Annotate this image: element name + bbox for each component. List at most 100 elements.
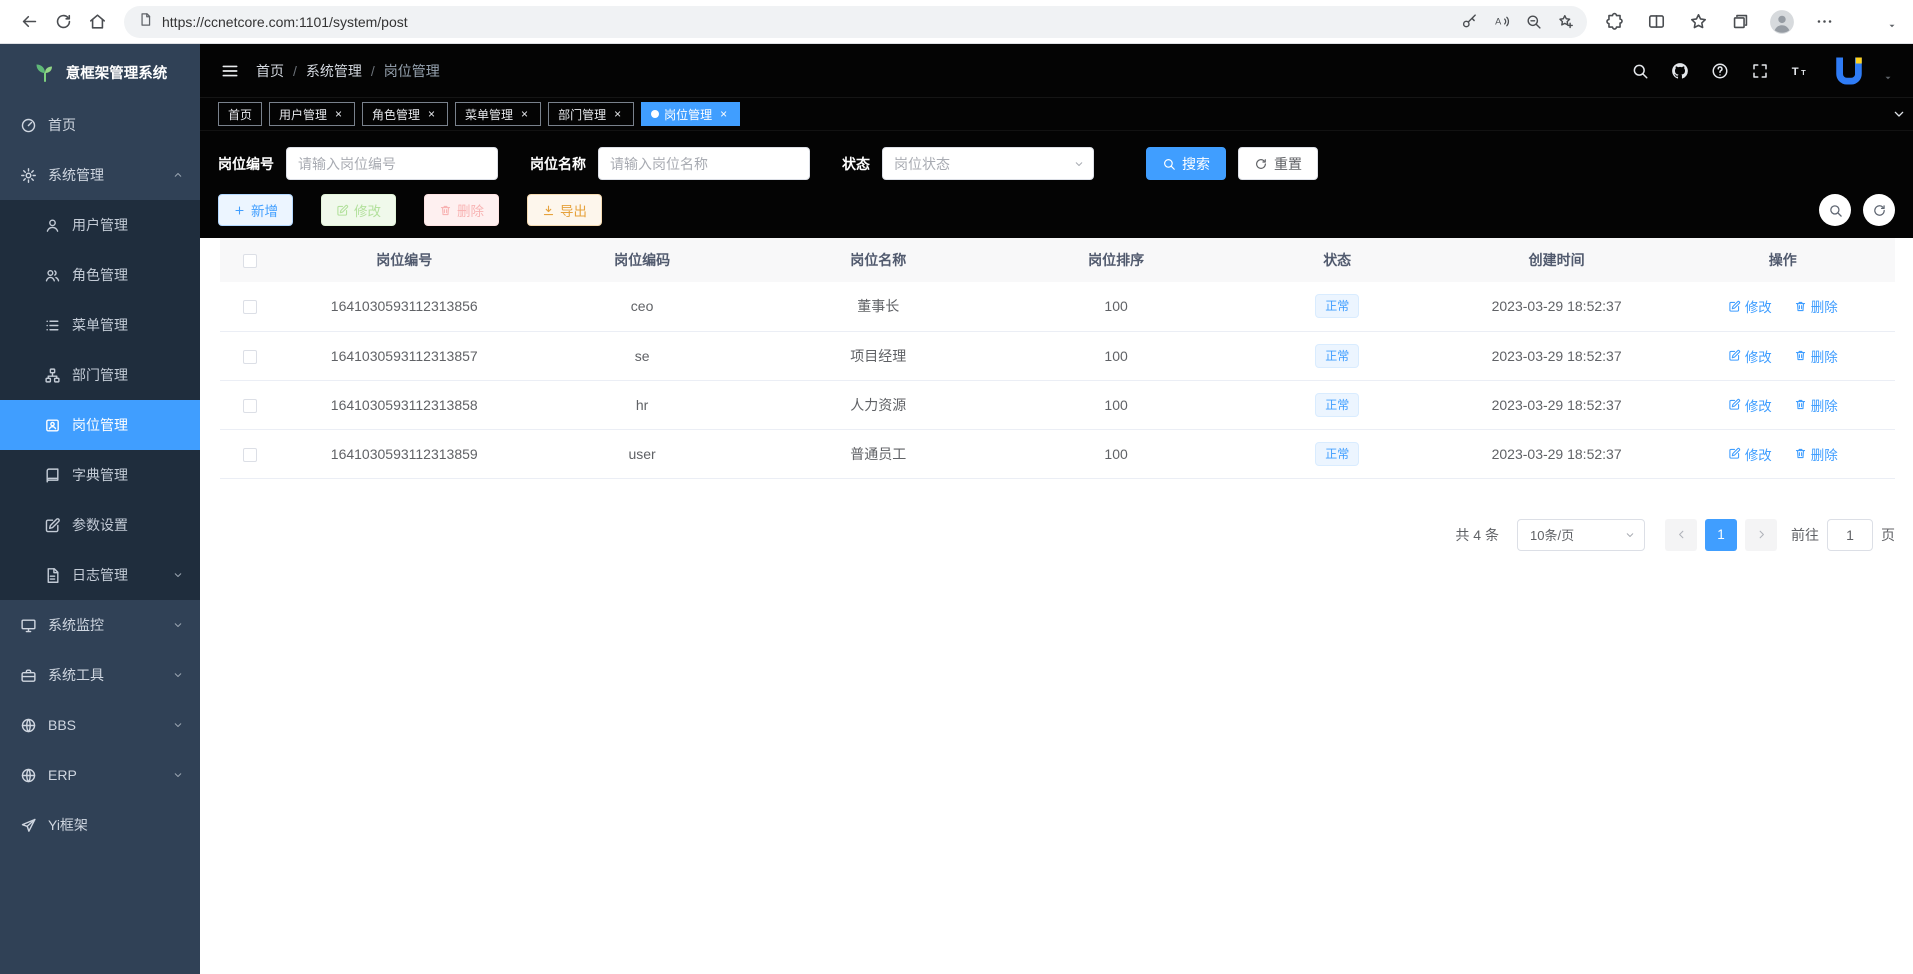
close-icon[interactable]: × <box>332 108 345 121</box>
split-screen-button[interactable] <box>1641 7 1671 37</box>
zoom-icon <box>1525 13 1542 30</box>
tab-dept-management[interactable]: 部门管理 × <box>548 102 634 126</box>
status-select[interactable] <box>882 147 1094 180</box>
sidebar-item-user-management[interactable]: 用户管理 <box>0 200 200 250</box>
app-logo[interactable]: 意框架管理系统 <box>0 44 200 100</box>
sidebar-item-system-monitor[interactable]: 系统监控 <box>0 600 200 650</box>
tab-post-management[interactable]: 岗位管理 × <box>641 102 740 126</box>
status-select-input[interactable] <box>882 147 1094 180</box>
search-icon[interactable] <box>1631 62 1649 80</box>
github-icon[interactable] <box>1671 62 1689 80</box>
tab-home[interactable]: 首页 <box>218 102 262 126</box>
cell-post-sort: 100 <box>1001 380 1232 429</box>
select-all-checkbox[interactable] <box>243 254 257 268</box>
browser-settings-button[interactable] <box>1809 7 1839 37</box>
refresh-table-button[interactable] <box>1863 194 1895 226</box>
close-icon[interactable]: × <box>425 108 438 121</box>
zoom-button[interactable] <box>1519 8 1547 36</box>
tab-user-management[interactable]: 用户管理 × <box>269 102 355 126</box>
goto-page-input[interactable] <box>1827 519 1873 551</box>
tab-menu-management[interactable]: 菜单管理 × <box>455 102 541 126</box>
sidebar-item-bbs[interactable]: BBS <box>0 700 200 750</box>
sidebar-item-menu-management[interactable]: 菜单管理 <box>0 300 200 350</box>
close-icon[interactable]: × <box>717 108 730 121</box>
tab-role-management[interactable]: 角色管理 × <box>362 102 448 126</box>
prev-page-button[interactable] <box>1665 519 1697 551</box>
sidebar-item-role-management[interactable]: 角色管理 <box>0 250 200 300</box>
sidebar-item-param-settings[interactable]: 参数设置 <box>0 500 200 550</box>
column-post-sort: 岗位排序 <box>1001 238 1232 282</box>
help-icon[interactable] <box>1711 62 1729 80</box>
star-plus-icon <box>1557 13 1574 30</box>
sidebar-item-system-tools[interactable]: 系统工具 <box>0 650 200 700</box>
add-button[interactable]: 新增 <box>218 194 293 226</box>
page-size-select[interactable]: 10条/页 <box>1517 519 1645 551</box>
row-checkbox[interactable] <box>243 448 257 462</box>
caret-down-icon[interactable] <box>1887 21 1897 31</box>
search-form: 岗位编号 岗位名称 状态 搜索 重置 <box>200 131 1913 192</box>
tab-label: 角色管理 <box>372 106 420 123</box>
breadcrumb-system[interactable]: 系统管理 <box>306 61 362 81</box>
password-key-button[interactable] <box>1455 8 1483 36</box>
search-button[interactable]: 搜索 <box>1146 147 1226 180</box>
reset-button[interactable]: 重置 <box>1238 147 1318 180</box>
cell-post-sort: 100 <box>1001 282 1232 331</box>
column-status: 状态 <box>1232 238 1443 282</box>
row-delete-link[interactable]: 删除 <box>1794 444 1838 464</box>
cell-created: 2023-03-29 18:52:37 <box>1443 331 1671 380</box>
collections-button[interactable] <box>1725 7 1755 37</box>
toggle-search-button[interactable] <box>1819 194 1851 226</box>
row-checkbox[interactable] <box>243 350 257 364</box>
post-code-input[interactable] <box>286 147 498 180</box>
sidebar-item-home[interactable]: 首页 <box>0 100 200 150</box>
row-checkbox[interactable] <box>243 399 257 413</box>
edit-button[interactable]: 修改 <box>321 194 396 226</box>
sidebar-item-dict-management[interactable]: 字典管理 <box>0 450 200 500</box>
row-edit-link[interactable]: 修改 <box>1728 444 1772 464</box>
profile-button[interactable] <box>1767 7 1797 37</box>
favorites-button[interactable] <box>1683 7 1713 37</box>
row-checkbox[interactable] <box>243 300 257 314</box>
row-edit-link[interactable]: 修改 <box>1728 395 1772 415</box>
close-icon[interactable]: × <box>611 108 624 121</box>
refresh-icon <box>1254 157 1268 171</box>
post-name-input[interactable] <box>598 147 810 180</box>
cell-post-name: 项目经理 <box>756 331 1001 380</box>
row-delete-link[interactable]: 删除 <box>1794 346 1838 366</box>
reload-icon <box>54 12 73 31</box>
sidebar-item-post-management[interactable]: 岗位管理 <box>0 400 200 450</box>
address-bar[interactable]: https://ccnetcore.com:1101/system/post <box>124 6 1587 38</box>
row-edit-link[interactable]: 修改 <box>1728 346 1772 366</box>
back-button[interactable] <box>12 5 46 39</box>
row-delete-link[interactable]: 删除 <box>1794 296 1838 316</box>
add-favorite-button[interactable] <box>1551 8 1579 36</box>
close-icon[interactable]: × <box>518 108 531 121</box>
next-page-button[interactable] <box>1745 519 1777 551</box>
sidebar-item-log-management[interactable]: 日志管理 <box>0 550 200 600</box>
reload-button[interactable] <box>46 5 80 39</box>
delete-button[interactable]: 删除 <box>424 194 499 226</box>
fullscreen-icon[interactable] <box>1751 62 1769 80</box>
copilot-button[interactable] <box>1851 7 1881 37</box>
sidebar-toggle-icon[interactable] <box>220 61 240 81</box>
font-size-icon[interactable] <box>1791 62 1809 80</box>
sidebar-item-system-management[interactable]: 系统管理 <box>0 150 200 200</box>
extensions-button[interactable] <box>1599 7 1629 37</box>
breadcrumb-home[interactable]: 首页 <box>256 61 284 81</box>
url-text[interactable]: https://ccnetcore.com:1101/system/post <box>162 14 1455 30</box>
edit-icon <box>1728 398 1741 411</box>
tabs-dropdown-icon[interactable] <box>1891 106 1907 122</box>
sidebar-item-erp[interactable]: ERP <box>0 750 200 800</box>
export-button[interactable]: 导出 <box>527 194 602 226</box>
sidebar-item-dept-management[interactable]: 部门管理 <box>0 350 200 400</box>
sidebar-item-yi-framework[interactable]: Yi框架 <box>0 800 200 850</box>
back-icon <box>20 12 39 31</box>
browser-home-button[interactable] <box>80 5 114 39</box>
user-avatar-logo[interactable] <box>1831 53 1867 89</box>
refresh-icon <box>1872 203 1887 218</box>
row-delete-link[interactable]: 删除 <box>1794 395 1838 415</box>
read-aloud-button[interactable] <box>1487 8 1515 36</box>
row-edit-link[interactable]: 修改 <box>1728 296 1772 316</box>
page-number-1[interactable]: 1 <box>1705 519 1737 551</box>
caret-down-icon[interactable] <box>1883 73 1893 83</box>
